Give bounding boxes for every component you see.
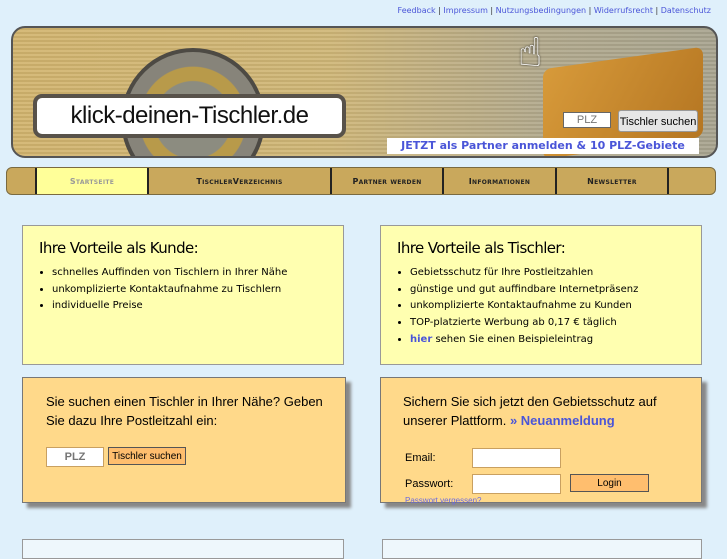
header-plz-input[interactable]: [563, 112, 611, 128]
list-item: unkomplizierte Kontaktaufnahme zu Tischl…: [52, 282, 343, 299]
pointer-hand-icon: ☝: [518, 30, 543, 76]
header-search-button[interactable]: Tischler suchen: [618, 110, 698, 132]
kunde-benefits-box: Ihre Vorteile als Kunde: schnelles Auffi…: [22, 225, 344, 365]
list-item: unkomplizierte Kontaktaufnahme zu Kunden: [410, 298, 701, 315]
nav-informationen[interactable]: Informationen: [442, 168, 555, 194]
neuanmeldung-link[interactable]: » Neuanmeldung: [510, 413, 615, 428]
header-banner: klick-deinen-Tischler.de ☝ Tischler such…: [11, 26, 718, 158]
partner-banner-link[interactable]: JETZT als Partner anmelden & 10 PLZ-Gebi…: [387, 138, 699, 156]
tischler-title: Ihre Vorteile als Tischler:: [397, 239, 566, 257]
login-button[interactable]: Login: [570, 474, 649, 492]
email-field[interactable]: [472, 448, 561, 468]
feedback-link[interactable]: Feedback: [398, 6, 436, 15]
search-button[interactable]: Tischler suchen: [108, 447, 186, 465]
site-logo[interactable]: klick-deinen-Tischler.de: [33, 94, 346, 138]
list-item: schnelles Auffinden von Tischlern in Ihr…: [52, 265, 343, 282]
password-label: Passwort:: [405, 478, 454, 490]
email-label: Email:: [405, 452, 436, 464]
search-box: Sie suchen einen Tischler in Ihrer Nähe?…: [22, 377, 346, 503]
list-item: hier sehen Sie einen Beispieleintrag: [410, 332, 701, 349]
datenschutz-link[interactable]: Datenschutz: [661, 6, 711, 15]
main-nav: Startseite TischlerVerzeichnis Partner w…: [6, 167, 716, 195]
nav-tischlerverzeichnis[interactable]: TischlerVerzeichnis: [147, 168, 330, 194]
search-box-text: Sie suchen einen Tischler in Ihrer Nähe?…: [46, 394, 323, 428]
kunde-title: Ihre Vorteile als Kunde:: [39, 239, 199, 257]
plz-input[interactable]: [46, 447, 104, 467]
list-item: TOP-platzierte Werbung ab 0,17 € täglich: [410, 315, 701, 332]
top-links: Feedback | Impressum | Nutzungsbedingung…: [397, 6, 711, 15]
widerrufsrecht-link[interactable]: Widerrufsrecht: [594, 6, 653, 15]
list-item: Gebietsschutz für Ihre Postleitzahlen: [410, 265, 701, 282]
nav-partner-werden[interactable]: Partner werden: [330, 168, 442, 194]
lower-box-right: [382, 539, 702, 559]
nutzungsbedingungen-link[interactable]: Nutzungsbedingungen: [496, 6, 586, 15]
tischler-benefits-box: Ihre Vorteile als Tischler: Gebietsschut…: [380, 225, 702, 365]
login-box: Sichern Sie sich jetzt den Gebietsschutz…: [380, 377, 702, 505]
nav-startseite[interactable]: Startseite: [35, 168, 147, 194]
list-item: individuelle Preise: [52, 298, 343, 315]
forgot-password-link[interactable]: Passwort vergessen?: [405, 496, 481, 505]
example-entry-link[interactable]: hier: [410, 334, 432, 345]
nav-newsletter[interactable]: Newsletter: [555, 168, 667, 194]
lower-box-left: [22, 539, 344, 559]
list-item: günstige und gut auffindbare Internetprä…: [410, 282, 701, 299]
password-field[interactable]: [472, 474, 561, 494]
impressum-link[interactable]: Impressum: [443, 6, 487, 15]
